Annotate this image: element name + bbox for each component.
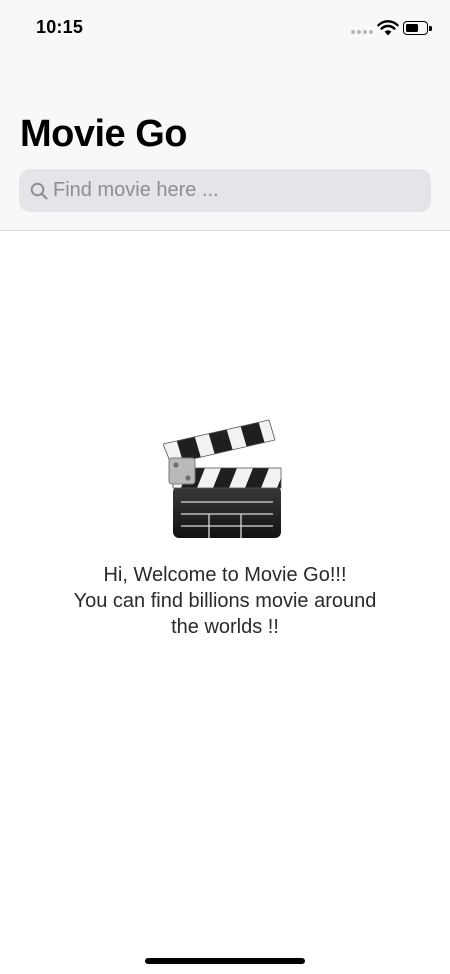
welcome-line: Hi, Welcome to Movie Go!!! [103,564,347,586]
welcome-message: Hi, Welcome to Movie Go!!! You can find … [0,562,450,640]
search-input[interactable] [53,169,423,212]
page-title: Movie Go [20,113,188,155]
app-screen: 10:15 Movie Go Find movie here ... Hi, W… [0,0,450,974]
search-icon [30,182,48,200]
welcome-line: You can find billions movie around [73,590,377,612]
search-bar[interactable] [19,169,431,212]
clapper-board-icon [163,419,282,538]
status-time: 10:15 [36,17,84,37]
wifi-icon [377,20,399,36]
empty-state: Hi, Welcome to Movie Go!!! You can find … [0,418,450,640]
battery-icon [403,21,433,35]
navigation-bar: 10:15 Movie Go [0,0,450,231]
home-indicator[interactable] [145,958,305,964]
welcome-line: the worlds !! [171,616,279,638]
signal-dots-icon [351,30,373,36]
status-bar: 10:15 [0,0,450,56]
